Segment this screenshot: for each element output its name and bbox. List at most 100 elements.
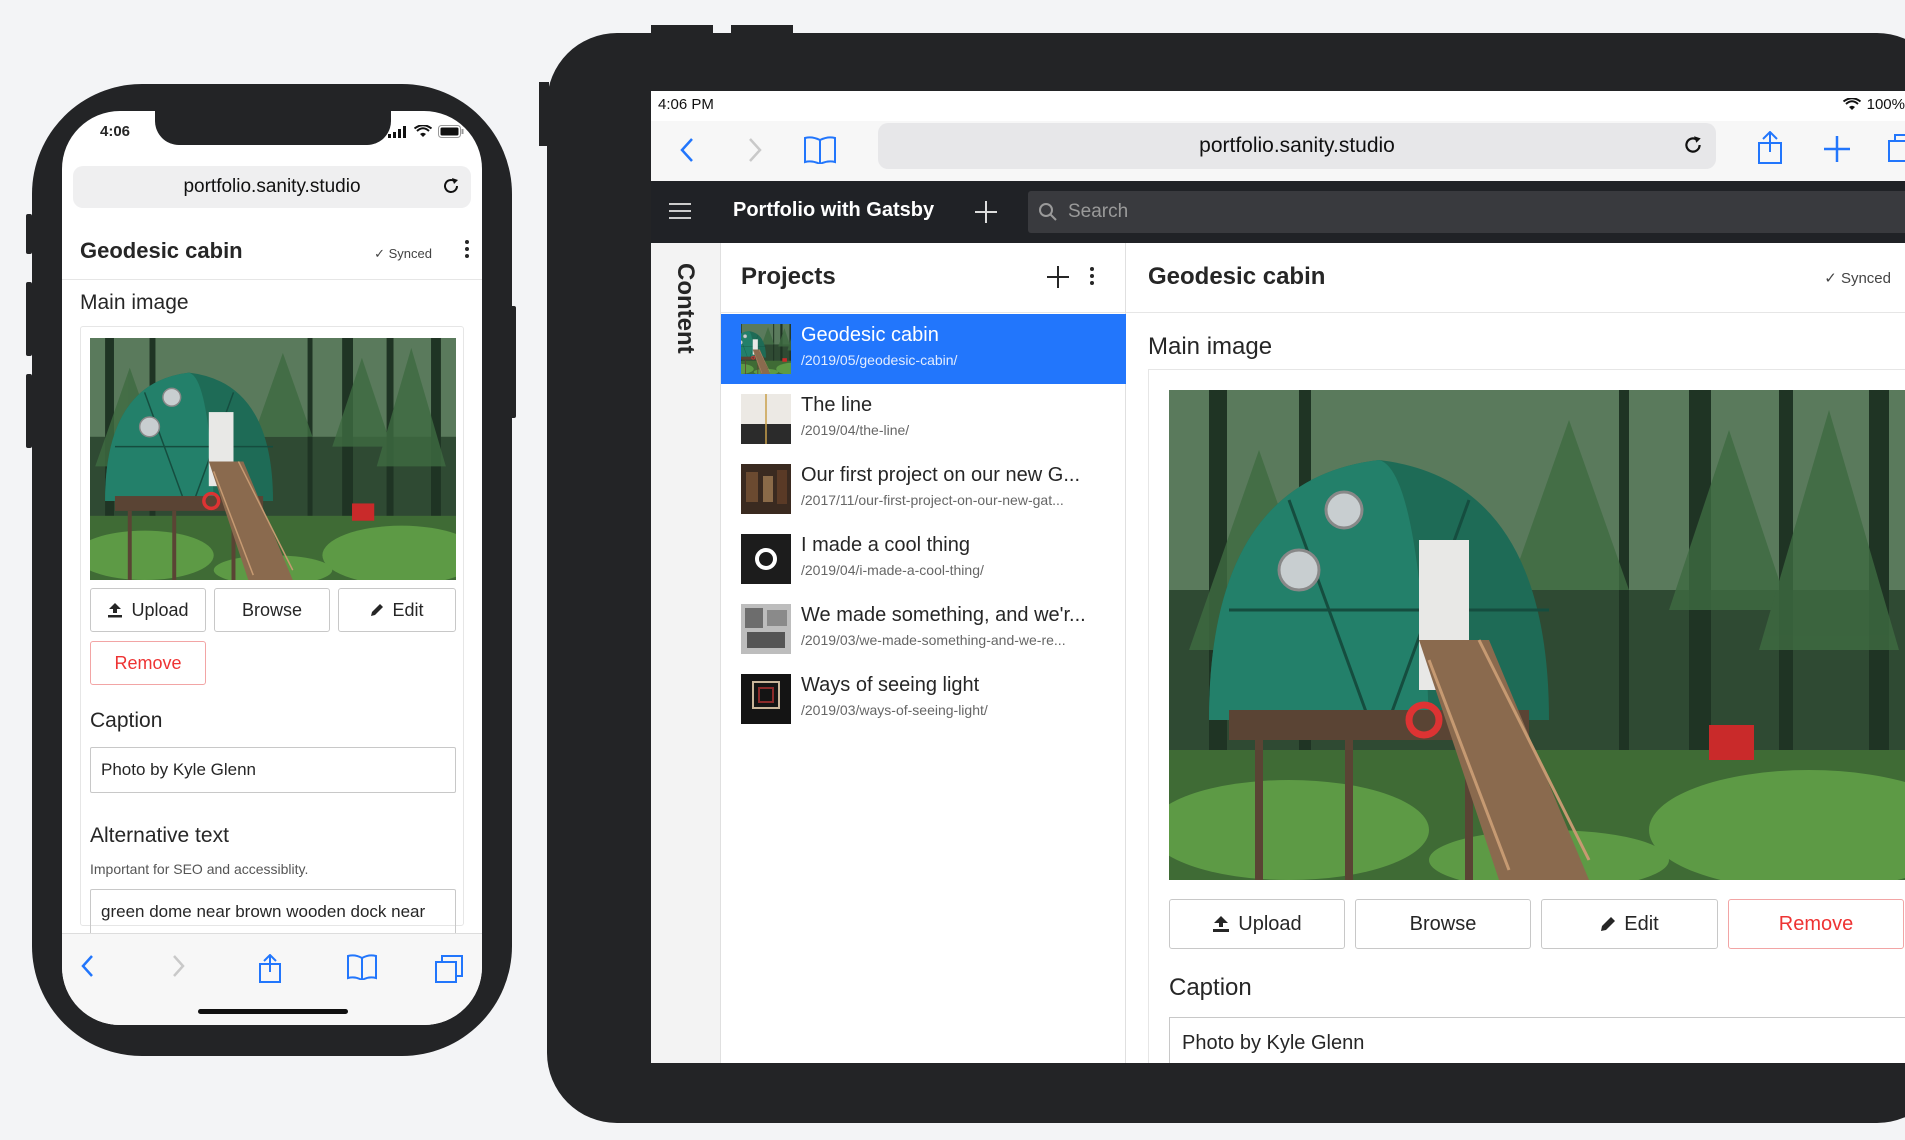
share-icon[interactable] xyxy=(1757,131,1783,165)
project-slug: /2019/05/geodesic-cabin/ xyxy=(801,352,958,368)
tabs-icon[interactable] xyxy=(1887,133,1905,163)
browse-button[interactable]: Browse xyxy=(1355,899,1531,949)
wifi-icon xyxy=(1842,98,1861,110)
add-project-icon[interactable] xyxy=(1046,265,1070,289)
studio-navbar: Portfolio with Gatsby Search xyxy=(651,181,1905,243)
tablet-screen: 4:06 PM 100% portfolio.sanity.studio Por… xyxy=(651,91,1905,1063)
hamburger-menu-icon[interactable] xyxy=(669,202,691,220)
back-icon[interactable] xyxy=(679,136,695,164)
studio-brand-title[interactable]: Portfolio with Gatsby xyxy=(733,199,934,222)
phone-alt-text-help: Important for SEO and accessiblity. xyxy=(90,861,309,877)
project-thumbnail xyxy=(741,534,791,584)
projects-pane: Projects Geodesic cabin /2019/05/geodesi… xyxy=(721,243,1126,1063)
tablet-battery-percent: 100% xyxy=(1866,96,1905,113)
document-sync-status: ✓ Synced xyxy=(1824,270,1891,287)
projects-more-options-icon[interactable] xyxy=(1089,265,1095,287)
phone-volume-up xyxy=(26,282,32,356)
upload-label: Upload xyxy=(1238,912,1302,935)
content-tool-label: Content xyxy=(672,263,699,354)
document-title: Geodesic cabin xyxy=(1148,263,1326,290)
phone-mute-switch xyxy=(26,214,32,254)
search-placeholder: Search xyxy=(1068,201,1129,222)
phone-remove-button[interactable]: Remove xyxy=(90,641,206,685)
battery-icon xyxy=(438,125,464,138)
phone-remove-label: Remove xyxy=(114,652,182,673)
edit-label: Edit xyxy=(1624,912,1659,935)
wifi-icon xyxy=(414,125,432,137)
project-slug: /2017/11/our-first-project-on-our-new-ga… xyxy=(801,492,1064,508)
upload-icon xyxy=(108,603,123,618)
bookmarks-icon[interactable] xyxy=(346,954,378,980)
remove-label: Remove xyxy=(1778,912,1854,935)
main-image-preview xyxy=(1169,390,1905,880)
remove-button[interactable]: Remove xyxy=(1728,899,1904,949)
tablet-address-bar[interactable]: portfolio.sanity.studio xyxy=(878,123,1716,169)
project-title: Ways of seeing light xyxy=(801,674,980,696)
project-thumbnail xyxy=(741,674,791,724)
phone-caption-input[interactable]: Photo by Kyle Glenn xyxy=(90,747,456,793)
phone-main-image-preview xyxy=(90,338,456,580)
pencil-icon xyxy=(371,604,384,616)
phone-alt-text-label: Alternative text xyxy=(90,824,229,847)
studio-search-input[interactable]: Search xyxy=(1028,191,1905,233)
phone-upload-label: Upload xyxy=(131,599,189,620)
tabs-icon[interactable] xyxy=(434,954,464,984)
project-list-item[interactable]: We made something, and we'r... /2019/03/… xyxy=(721,594,1126,664)
project-list-item[interactable]: Our first project on our new G... /2017/… xyxy=(721,454,1126,524)
project-title: Geodesic cabin xyxy=(801,324,939,346)
tablet-volume-down xyxy=(731,25,793,35)
tablet-url-text: portfolio.sanity.studio xyxy=(1199,134,1395,157)
share-icon[interactable] xyxy=(258,954,282,984)
phone-volume-down xyxy=(26,374,32,448)
document-header: Geodesic cabin ✓ Synced xyxy=(1126,243,1905,313)
reload-icon[interactable] xyxy=(441,176,461,196)
phone-main-image-label: Main image xyxy=(80,291,189,314)
phone-address-bar[interactable]: portfolio.sanity.studio xyxy=(73,166,471,208)
project-list-item[interactable]: Geodesic cabin /2019/05/geodesic-cabin/ xyxy=(721,314,1126,384)
phone-more-options-icon[interactable] xyxy=(464,238,470,260)
cellular-signal-icon xyxy=(388,125,406,138)
tablet-browser-toolbar: portfolio.sanity.studio xyxy=(651,121,1905,181)
caption-input[interactable]: Photo by Kyle Glenn xyxy=(1169,1017,1905,1063)
edit-button[interactable]: Edit xyxy=(1541,899,1718,949)
project-slug: /2019/03/ways-of-seeing-light/ xyxy=(801,702,988,718)
forward-icon[interactable] xyxy=(172,954,186,978)
phone-status-icons xyxy=(388,125,464,138)
tablet-power-button xyxy=(539,82,549,146)
upload-icon xyxy=(1213,916,1230,932)
phone-upload-button[interactable]: Upload xyxy=(90,588,206,632)
new-tab-icon[interactable] xyxy=(1823,135,1851,163)
pencil-icon xyxy=(1601,917,1616,931)
project-list-item[interactable]: I made a cool thing /2019/04/i-made-a-co… xyxy=(721,524,1126,594)
caption-label: Caption xyxy=(1169,974,1252,1001)
phone-document-title: Geodesic cabin xyxy=(80,238,243,263)
search-icon xyxy=(1039,203,1057,221)
browse-label: Browse xyxy=(1409,912,1477,935)
project-title: Our first project on our new G... xyxy=(801,464,1080,486)
project-list-item[interactable]: The line /2019/04/the-line/ xyxy=(721,384,1126,454)
phone-alt-text-input[interactable]: green dome near brown wooden dock near xyxy=(90,889,456,935)
tablet-status-bar: 4:06 PM 100% xyxy=(651,91,1905,121)
phone-browse-label: Browse xyxy=(241,599,303,620)
upload-button[interactable]: Upload xyxy=(1169,899,1345,949)
project-thumbnail xyxy=(741,464,791,514)
reload-icon[interactable] xyxy=(1682,134,1704,156)
phone-browse-button[interactable]: Browse xyxy=(214,588,330,632)
project-thumbnail xyxy=(741,394,791,444)
bookmarks-icon[interactable] xyxy=(803,136,837,164)
phone-url-text: portfolio.sanity.studio xyxy=(183,176,361,197)
project-list-item[interactable]: Ways of seeing light /2019/03/ways-of-se… xyxy=(721,664,1126,734)
phone-edit-button[interactable]: Edit xyxy=(338,588,456,632)
project-title: I made a cool thing xyxy=(801,534,970,556)
tablet-status-time: 4:06 PM xyxy=(658,96,714,113)
create-new-icon[interactable] xyxy=(973,199,999,225)
forward-icon[interactable] xyxy=(747,136,763,164)
main-image-label: Main image xyxy=(1148,333,1273,360)
project-slug: /2019/04/the-line/ xyxy=(801,422,910,438)
project-thumbnail xyxy=(741,604,791,654)
phone-power-button xyxy=(510,306,516,418)
back-icon[interactable] xyxy=(80,954,94,978)
phone-screen: 4:06 portfolio.sanity.studio Geodesic ca… xyxy=(62,111,482,1025)
content-tool-pane[interactable]: Content xyxy=(651,243,721,1063)
phone-caption-label: Caption xyxy=(90,709,163,732)
